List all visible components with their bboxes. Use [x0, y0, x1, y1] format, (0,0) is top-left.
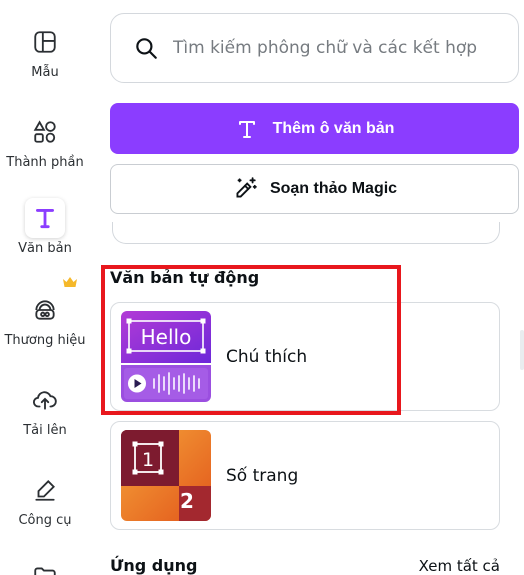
folder-icon	[25, 556, 65, 575]
sidebar-item-label: Tải lên	[23, 423, 67, 438]
scrollbar[interactable]	[520, 330, 524, 370]
captions-thumbnail: Hello	[121, 311, 211, 402]
text-icon	[238, 120, 255, 138]
sidebar-item-label: Thương hiệu	[4, 333, 86, 348]
add-text-box-button[interactable]: Thêm ô văn bản	[110, 103, 519, 154]
page-numbers-thumb-num-2: 2	[180, 489, 194, 513]
sidebar: Mẫu Thành phần Văn bản Thương hiệu Tải l…	[0, 0, 90, 575]
text-panel: Thêm ô văn bản Soạn thảo Magic Văn bản t…	[100, 0, 524, 575]
sidebar-item-templates[interactable]: Mẫu	[0, 22, 90, 80]
sidebar-item-label: Thành phần	[6, 155, 84, 170]
magic-write-label: Soạn thảo Magic	[269, 180, 398, 197]
page-numbers-thumb-num-1: 1	[142, 449, 154, 471]
search-icon	[136, 38, 157, 59]
page-numbers-card[interactable]: 1 2 Số trang	[110, 421, 500, 530]
page-numbers-thumbnail: 1 2	[121, 430, 211, 521]
captions-card-label: Chú thích	[226, 346, 308, 367]
elements-icon	[25, 112, 65, 152]
sidebar-item-text[interactable]: Văn bản	[0, 198, 90, 256]
search-input[interactable]	[173, 38, 503, 58]
sidebar-item-tools[interactable]: Công cụ	[0, 470, 90, 528]
captions-thumb-text: Hello	[141, 325, 192, 349]
text-icon	[25, 198, 65, 238]
search-box[interactable]	[110, 13, 519, 83]
apps-section-title: Ứng dụng	[110, 556, 198, 575]
upload-icon	[25, 380, 65, 420]
add-text-box-label: Thêm ô văn bản	[272, 119, 395, 137]
sidebar-item-projects[interactable]	[0, 556, 90, 575]
sidebar-item-label: Văn bản	[18, 241, 72, 256]
see-all-link[interactable]: Xem tất cả	[419, 557, 500, 575]
magic-write-button[interactable]: Soạn thảo Magic	[110, 164, 519, 214]
sidebar-item-uploads[interactable]: Tải lên	[0, 380, 90, 438]
page-numbers-card-label: Số trang	[226, 465, 299, 486]
pen-tool-icon	[25, 470, 65, 510]
sidebar-item-elements[interactable]: Thành phần	[0, 112, 90, 170]
sidebar-item-brand[interactable]: Thương hiệu	[0, 290, 90, 348]
sidebar-item-label: Mẫu	[31, 65, 59, 80]
auto-text-section-title: Văn bản tự động	[110, 268, 260, 287]
brand-icon	[25, 290, 65, 330]
template-icon	[25, 22, 65, 62]
crown-icon	[63, 277, 77, 287]
sidebar-item-label: Công cụ	[18, 513, 72, 528]
magic-pen-icon	[236, 177, 257, 198]
collapsed-card-edge	[112, 222, 500, 244]
captions-card[interactable]: Hello Chú thích	[110, 302, 500, 411]
